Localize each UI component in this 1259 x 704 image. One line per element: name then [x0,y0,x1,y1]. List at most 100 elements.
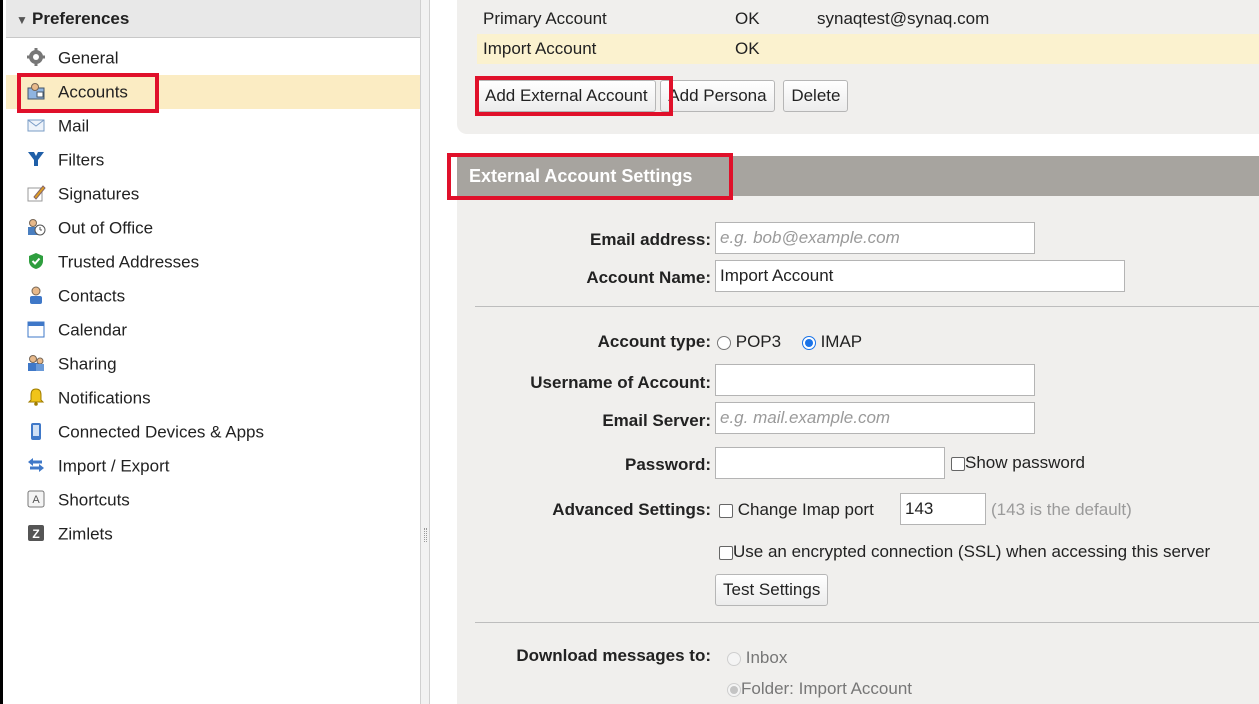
out-of-office-icon [28,218,46,236]
advanced-settings-label: Advanced Settings: [552,500,711,519]
account-type-radio-group: POP3 IMAP [717,332,862,352]
sharing-icon [28,354,44,371]
sidebar-item-label: Contacts [58,286,126,306]
calendar-icon [27,321,45,338]
collapse-triangle-icon[interactable]: ▼ [16,1,32,39]
imap-radio[interactable] [801,335,816,350]
sidebar-item-label: Out of Office [58,218,154,238]
sidebar-item-mail[interactable]: Mail [6,109,420,143]
gear-icon [27,47,45,66]
add-persona-button[interactable]: Add Persona [660,80,775,112]
username-label: Username of Account: [530,373,711,392]
table-row[interactable]: Import Account OK [477,34,1259,64]
table-row[interactable]: Primary Account OK synaqtest@synaq.com [477,4,1259,34]
external-account-settings-panel: External Account Settings Email address:… [457,156,1259,704]
account-type-label: Account type: [597,332,711,351]
sidebar-item-import-export[interactable]: Import / Export [6,449,420,483]
sidebar-item-trusted-addresses[interactable]: Trusted Addresses [6,245,420,279]
sidebar-item-zimlets[interactable]: Z Zimlets [6,517,420,551]
account-name-field[interactable]: Import Account [715,260,1125,292]
show-password-option[interactable]: Show password [951,453,1085,473]
username-field[interactable] [715,364,1035,396]
main-content: Primary Account OK synaqtest@synaq.com I… [431,0,1259,704]
account-email-cell: synaqtest@synaq.com [817,9,990,28]
sidebar-item-notifications[interactable]: Notifications [6,381,420,415]
sidebar-item-label: Mail [58,116,90,136]
change-port-option[interactable]: Change Imap port [719,500,874,520]
account-name-label: Account Name: [586,268,711,287]
sidebar-item-signatures[interactable]: Signatures [6,177,420,211]
pop3-radio[interactable] [717,335,731,350]
account-status-cell: OK [735,39,760,58]
sidebar-item-label: Notifications [58,388,151,408]
change-port-checkbox[interactable] [719,503,733,518]
password-label: Password: [625,455,711,474]
account-name-cell: Import Account [483,39,597,58]
email-server-label: Email Server: [602,411,711,430]
sidebar-item-out-of-office[interactable]: Out of Office [6,211,420,245]
inbox-radio[interactable] [727,651,741,666]
pane-splitter[interactable] [420,0,430,704]
accounts-table: Primary Account OK synaqtest@synaq.com I… [477,4,1259,64]
sidebar-item-label: Calendar [58,320,127,340]
inbox-label: Inbox [745,648,788,667]
ssl-checkbox[interactable] [719,545,733,560]
highlight-box-add-external-account [475,76,673,116]
ssl-label: Use an encrypted connection (SSL) when a… [733,542,1211,561]
download-messages-label: Download messages to: [516,646,711,665]
sidebar-item-connected-devices[interactable]: Connected Devices & Apps [6,415,420,449]
preferences-header-label: Preferences [32,9,130,28]
sidebar-item-contacts[interactable]: Contacts [6,279,420,313]
show-password-checkbox[interactable] [951,456,965,471]
port-hint: (143 is the default) [991,500,1132,519]
sidebar-item-filters[interactable]: Filters [6,143,420,177]
sidebar-item-calendar[interactable]: Calendar [6,313,420,347]
sidebar-item-label: General [58,48,119,68]
bell-icon [27,388,45,406]
sidebar-item-label: Trusted Addresses [58,252,200,272]
filter-icon [28,151,44,166]
device-icon [31,422,41,440]
splitter-grip-icon[interactable] [424,528,427,542]
email-server-field[interactable]: e.g. mail.example.com [715,402,1035,434]
account-name-cell: Primary Account [483,9,607,28]
imap-label: IMAP [820,332,863,351]
folder-radio[interactable] [727,682,741,697]
app-window: ▼ Preferences General Accounts Mail Filte… [0,0,1259,704]
download-folder-option[interactable]: Folder: Import Account [727,679,912,699]
sidebar-item-label: Connected Devices & Apps [58,422,265,442]
sidebar-item-general[interactable]: General [6,41,420,75]
contact-person-icon [30,286,42,304]
envelope-icon [27,119,45,132]
svg-text:A: A [32,494,40,506]
imap-port-field[interactable]: 143 [900,493,986,525]
preferences-header[interactable]: ▼ Preferences [6,0,420,38]
section-divider [475,622,1259,623]
account-status-cell: OK [735,9,760,28]
import-export-icon [28,457,44,472]
zimlet-icon: Z [28,524,44,541]
password-field[interactable] [715,447,945,479]
download-inbox-option[interactable]: Inbox [727,648,787,668]
sidebar-item-label: Sharing [58,354,117,374]
sidebar-item-label: Import / Export [58,456,170,476]
folder-label: Folder: Import Account [741,679,913,698]
sidebar-item-label: Filters [58,150,105,170]
show-password-label: Show password [965,453,1086,472]
sidebar-item-label: Zimlets [58,524,113,544]
signature-icon [27,184,46,202]
sidebar-item-label: Signatures [58,184,140,204]
highlight-box-settings-header [447,153,733,200]
section-divider [475,306,1259,307]
sidebar-item-shortcuts[interactable]: A Shortcuts [6,483,420,517]
sidebar-item-label: Shortcuts [58,490,130,510]
sidebar-item-sharing[interactable]: Sharing [6,347,420,381]
keyboard-key-icon: A [27,490,45,508]
ssl-option[interactable]: Use an encrypted connection (SSL) when a… [719,542,1210,562]
delete-button[interactable]: Delete [783,80,849,112]
highlight-box-accounts [17,73,159,113]
email-address-field[interactable]: e.g. bob@example.com [715,222,1035,254]
test-settings-button[interactable]: Test Settings [715,574,829,606]
shield-check-icon [29,252,43,269]
pop3-label: POP3 [735,332,782,351]
